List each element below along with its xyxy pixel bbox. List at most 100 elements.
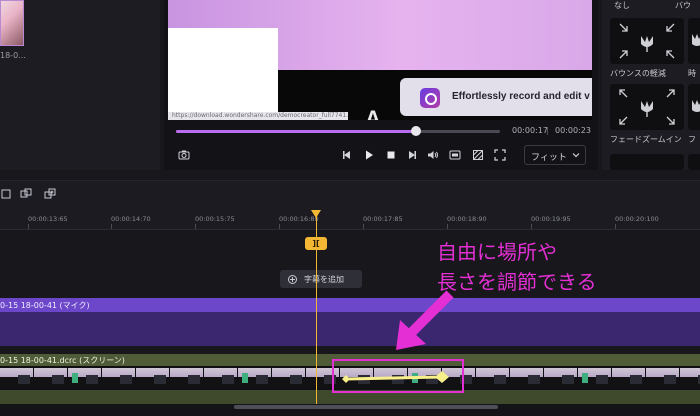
crop-pattern-icon[interactable] [471,148,485,162]
media-library-panel: 18-0... [0,0,160,170]
frame-detail [256,375,268,384]
frame-detail [86,375,98,384]
ruler-tick [279,224,280,229]
video-white-block [168,28,278,120]
time-separator: | [546,126,549,135]
ruler-tick [28,224,29,229]
progress-fill [176,130,416,133]
filmstrip-frame [272,368,305,388]
frame-detail [596,375,608,384]
plus-circle-icon [288,275,297,284]
frame-detail [188,375,200,384]
frame-detail [222,375,234,384]
effect-card-fade-zoom-in[interactable] [610,84,684,130]
filmstrip-frame [0,368,33,388]
time-current: 00:00:17 [512,126,548,135]
frame-detail [120,375,132,384]
snapshot-camera-icon[interactable] [177,148,191,162]
video-track-label: 0-15 18-00-41.dcrc (スクリーン) [0,356,125,365]
frame-detail [18,375,30,384]
progress-knob[interactable] [410,126,421,136]
promo-text: Effortlessly record and edit v [452,91,590,102]
annotation-line-2: 長さを調節できる [437,270,597,294]
volume-icon[interactable] [426,148,440,162]
frame-detail [52,375,64,384]
timeline-toolbar [0,180,700,210]
annotation-line-1: 自由に場所や [437,240,557,264]
filmstrip-frame [612,368,645,388]
playback-progress-bar[interactable] [176,126,500,136]
ruler-tick-label: 00:00:15:75 [195,215,235,223]
effect-card-next-row[interactable] [610,154,684,170]
audio-clip-header[interactable] [0,298,700,312]
media-thumbnail[interactable] [0,0,24,46]
effect-tab-bounce[interactable]: バウ [675,0,691,11]
play-icon[interactable] [362,148,376,162]
next-frame-icon[interactable] [405,148,419,162]
prev-frame-icon[interactable] [340,148,354,162]
tulip-arrows-out-icon [619,89,675,125]
filmstrip-frame [476,368,509,388]
frame-detail [528,375,540,384]
keyframe-line[interactable] [330,366,460,390]
effect-card-partial-1[interactable] [688,18,700,64]
ruler-tick [363,224,364,229]
ruler-tick [531,224,532,229]
effect-label-partial-2: フ [688,135,696,144]
ruler-tick-label: 00:00:19:95 [531,215,571,223]
playhead-handle[interactable] [311,210,321,218]
filmstrip-frame [136,368,169,388]
tulip-arrows-in-icon [619,23,675,59]
aspect-ratio-icon[interactable] [448,148,462,162]
frame-detail [290,375,302,384]
keyframe-end-handle [435,371,449,383]
frame-detail [154,375,166,384]
ruler-tick [447,224,448,229]
filmstrip-frame [102,368,135,388]
frame-detail [562,375,574,384]
frame-accent [582,373,588,383]
filmstrip-frame [34,368,67,388]
timeline-ruler[interactable] [0,210,700,230]
filmstrip-frame [646,368,679,388]
effect-tab-none[interactable]: なし [614,0,630,11]
ruler-tick-label: 00:00:14:70 [111,215,151,223]
chevron-down-icon [572,153,580,158]
frame-detail [630,375,642,384]
effect-label-fade-zoom-in: フェードズームイン [610,135,682,144]
filmstrip-frame [204,368,237,388]
audio-track-label: 0-15 18-00-41 (マイク) [0,301,90,310]
video-heading-text: A [365,106,383,120]
frame-accent [72,373,78,383]
promo-banner[interactable]: Effortlessly record and edit v [400,78,592,116]
video-preview[interactable]: https://download.wondershare.com/democre… [168,0,592,120]
frame-detail [494,375,506,384]
ruler-tick-label: 00:00:13:65 [28,215,68,223]
effect-card-partial-2[interactable] [688,84,700,130]
filmstrip-frame [544,368,577,388]
stop-icon[interactable] [384,148,398,162]
track-gap [0,346,700,354]
tulip-icon [692,100,700,112]
annotation-arrow-icon [396,290,454,350]
tulip-icon [692,34,700,46]
fullscreen-icon[interactable] [493,148,507,162]
frame-accent [242,373,248,383]
effect-card-bounce-reduce[interactable] [610,18,684,64]
crop-icon[interactable] [0,188,12,200]
app-logo-icon [420,88,440,108]
filmstrip-frame [578,368,611,388]
ruler-tick-label: 00:00:17:85 [363,215,403,223]
ruler-tick [615,224,616,229]
effect-card-next-row-partial[interactable] [688,154,700,170]
keyframe-start-handle [342,375,350,383]
freeze-frame-icon[interactable] [20,188,32,200]
effect-label-bounce-reduce: バウンスの軽減 [610,69,666,78]
filmstrip-frame [170,368,203,388]
frame-detail [664,375,676,384]
duplicate-icon[interactable] [44,188,56,200]
timeline-scrollbar-thumb[interactable] [234,405,498,409]
ruler-tick-label: 00:00:20:100 [615,215,659,223]
split-marker[interactable]: ][ [305,237,327,250]
filmstrip-frame [68,368,101,388]
